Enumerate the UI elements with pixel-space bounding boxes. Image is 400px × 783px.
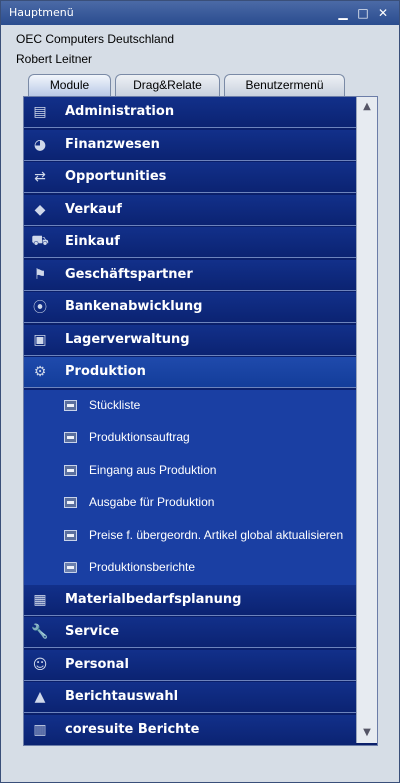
- submenu-item-stueckliste[interactable]: Stückliste: [24, 389, 356, 422]
- gear-icon: ⚙: [33, 364, 47, 380]
- module-label: Lagerverwaltung: [65, 331, 190, 347]
- module-item-lagerverwaltung[interactable]: ▣ Lagerverwaltung: [24, 324, 356, 356]
- submenu-label: Eingang aus Produktion: [89, 462, 217, 477]
- window-icon: [64, 529, 77, 541]
- vertical-scrollbar[interactable]: ▲ ▼: [356, 97, 377, 743]
- submenu-label: Produktionsberichte: [89, 560, 196, 574]
- module-label: Berichtauswahl: [65, 689, 179, 704]
- module-item-einkauf[interactable]: ⛟ Einkauf: [24, 227, 356, 258]
- module-list: ▤ Administration ◕ Finanzwesen ⇄ Opportu…: [23, 96, 378, 746]
- coins-icon: ⦿: [33, 300, 47, 316]
- close-button[interactable]: ✕: [375, 5, 391, 21]
- module-label: Administration: [65, 104, 175, 119]
- submenu-label: Preise f. übergeordn. Artikel global akt…: [89, 527, 344, 542]
- module-label: Verkauf: [65, 201, 122, 217]
- module-item-bankenabwicklung[interactable]: ⦿ Bankenabwicklung: [24, 292, 356, 323]
- module-item-finanzwesen[interactable]: ◕ Finanzwesen: [24, 129, 356, 161]
- scroll-up-arrow-icon[interactable]: ▲: [360, 100, 374, 114]
- window-icon: [64, 432, 77, 443]
- submenu-label: Stückliste: [89, 397, 141, 412]
- main-menu-window: Hauptmenü ▁ □ ✕ OEC Computers Deutschlan…: [0, 0, 400, 783]
- module-item-personal[interactable]: ☺ Personal: [24, 649, 356, 681]
- window-icon: [64, 399, 77, 411]
- module-item-coresuite-berichte[interactable]: ▥ coresuite Berichte: [24, 714, 356, 745]
- document-icon: ▤: [33, 104, 47, 120]
- submenu-item-preise-aktualisieren[interactable]: Preise f. übergeordn. Artikel global akt…: [24, 519, 356, 552]
- tag-icon: ◆: [34, 201, 46, 218]
- chart-icon: ▦: [33, 591, 47, 608]
- people-icon: ☺: [32, 656, 48, 673]
- module-label: Geschäftspartner: [65, 266, 193, 282]
- module-item-produktion[interactable]: ⚙ Produktion: [24, 357, 356, 388]
- module-label: Einkauf: [65, 234, 120, 249]
- report-chart-icon: ▲: [34, 689, 46, 705]
- tab-benutzermenue[interactable]: Benutzermenü: [224, 74, 345, 96]
- module-item-geschaeftspartner[interactable]: ⚑ Geschäftspartner: [24, 259, 356, 291]
- window-icon: [64, 464, 77, 476]
- arrows-icon: ⇄: [34, 169, 46, 185]
- module-label: coresuite Berichte: [65, 721, 200, 737]
- module-item-berichtauswahl[interactable]: ▲ Berichtauswahl: [24, 682, 356, 713]
- module-item-service[interactable]: 🔧 Service: [24, 617, 356, 648]
- maximize-button[interactable]: □: [355, 5, 371, 21]
- window-icon: [64, 497, 77, 508]
- module-label: Personal: [65, 656, 129, 672]
- submenu-label: Produktionsauftrag: [89, 430, 190, 444]
- tab-module[interactable]: Module: [28, 74, 111, 96]
- wrench-icon: 🔧: [31, 624, 49, 640]
- submenu-label: Ausgabe für Produktion: [89, 495, 215, 509]
- module-label: Finanzwesen: [65, 136, 160, 152]
- module-label: Produktion: [65, 364, 146, 379]
- partners-icon: ⚑: [33, 266, 47, 283]
- module-label: Materialbedarfsplanung: [65, 591, 242, 607]
- module-item-opportunities[interactable]: ⇄ Opportunities: [24, 162, 356, 193]
- pie-chart-icon: ◕: [33, 136, 47, 153]
- report-icon: ▥: [33, 721, 47, 738]
- submenu-item-produktionsauftrag[interactable]: Produktionsauftrag: [24, 422, 356, 455]
- user-name: Robert Leitner: [16, 52, 93, 66]
- minimize-button[interactable]: ▁: [335, 5, 351, 21]
- submenu-item-produktionsberichte[interactable]: Produktionsberichte: [24, 552, 356, 585]
- title-bar[interactable]: Hauptmenü ▁ □ ✕: [1, 1, 399, 25]
- scroll-down-arrow-icon[interactable]: ▼: [360, 726, 374, 740]
- submenu-item-ausgabe-fuer-produktion[interactable]: Ausgabe für Produktion: [24, 487, 356, 520]
- tab-drag-relate[interactable]: Drag&Relate: [115, 74, 220, 96]
- box-icon: ▣: [33, 331, 47, 348]
- cart-icon: ⛟: [31, 233, 49, 249]
- folder-icon: [64, 562, 77, 573]
- module-item-verkauf[interactable]: ◆ Verkauf: [24, 194, 356, 226]
- module-label: Service: [65, 624, 120, 639]
- module-item-materialbedarfsplanung[interactable]: ▦ Materialbedarfsplanung: [24, 584, 356, 616]
- company-name: OEC Computers Deutschland: [16, 32, 175, 46]
- submenu-item-eingang-aus-produktion[interactable]: Eingang aus Produktion: [24, 454, 356, 487]
- module-label: Opportunities: [65, 169, 167, 184]
- window-title: Hauptmenü: [9, 6, 74, 19]
- module-label: Bankenabwicklung: [65, 299, 203, 314]
- module-item-administration[interactable]: ▤ Administration: [24, 97, 356, 128]
